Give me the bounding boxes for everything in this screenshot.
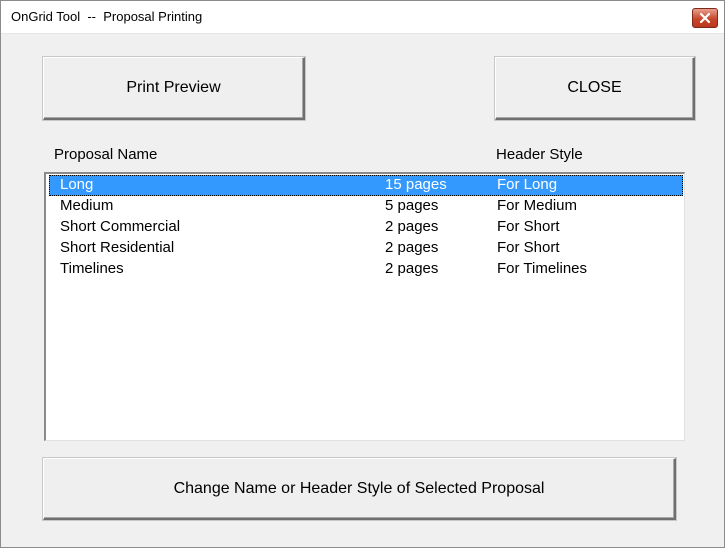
list-item-short-commercial[interactable]: Short Commercial 2 pages For Short xyxy=(49,217,683,238)
proposal-header-style: For Long xyxy=(497,176,558,193)
proposal-pages: 5 pages xyxy=(385,197,439,214)
change-name-or-header-style-button[interactable]: Change Name or Header Style of Selected … xyxy=(43,458,676,520)
header-style-header: Header Style xyxy=(496,146,583,163)
proposal-header-style: For Short xyxy=(497,218,560,235)
list-item-medium[interactable]: Medium 5 pages For Medium xyxy=(49,196,683,217)
proposal-name: Short Residential xyxy=(60,239,175,256)
window-title: OnGrid Tool -- Proposal Printing xyxy=(11,9,203,24)
proposal-name: Short Commercial xyxy=(60,218,181,235)
close-x-glyph xyxy=(699,12,711,24)
proposal-name: Timelines xyxy=(60,260,124,277)
proposal-list[interactable]: Long 15 pages For Long Medium 5 pages Fo… xyxy=(44,172,685,441)
proposal-pages: 2 pages xyxy=(385,239,439,256)
proposal-pages: 15 pages xyxy=(385,176,447,193)
print-preview-button[interactable]: Print Preview xyxy=(43,57,305,120)
title-bar: OnGrid Tool -- Proposal Printing xyxy=(1,1,724,34)
proposal-pages: 2 pages xyxy=(385,260,439,277)
list-item-short-residential[interactable]: Short Residential 2 pages For Short xyxy=(49,238,683,259)
proposal-name-header: Proposal Name xyxy=(54,146,158,163)
close-icon[interactable] xyxy=(692,8,718,28)
proposal-name: Medium xyxy=(60,197,114,214)
proposal-header-style: For Short xyxy=(497,239,560,256)
proposal-header-style: For Medium xyxy=(497,197,578,214)
list-item-long[interactable]: Long 15 pages For Long xyxy=(49,175,683,196)
proposal-pages: 2 pages xyxy=(385,218,439,235)
close-button[interactable]: CLOSE xyxy=(495,57,695,120)
proposal-name: Long xyxy=(60,176,94,193)
list-item-timelines[interactable]: Timelines 2 pages For Timelines xyxy=(49,259,683,280)
proposal-header-style: For Timelines xyxy=(497,260,588,277)
proposal-printing-window: OnGrid Tool -- Proposal Printing Print P… xyxy=(0,0,725,548)
